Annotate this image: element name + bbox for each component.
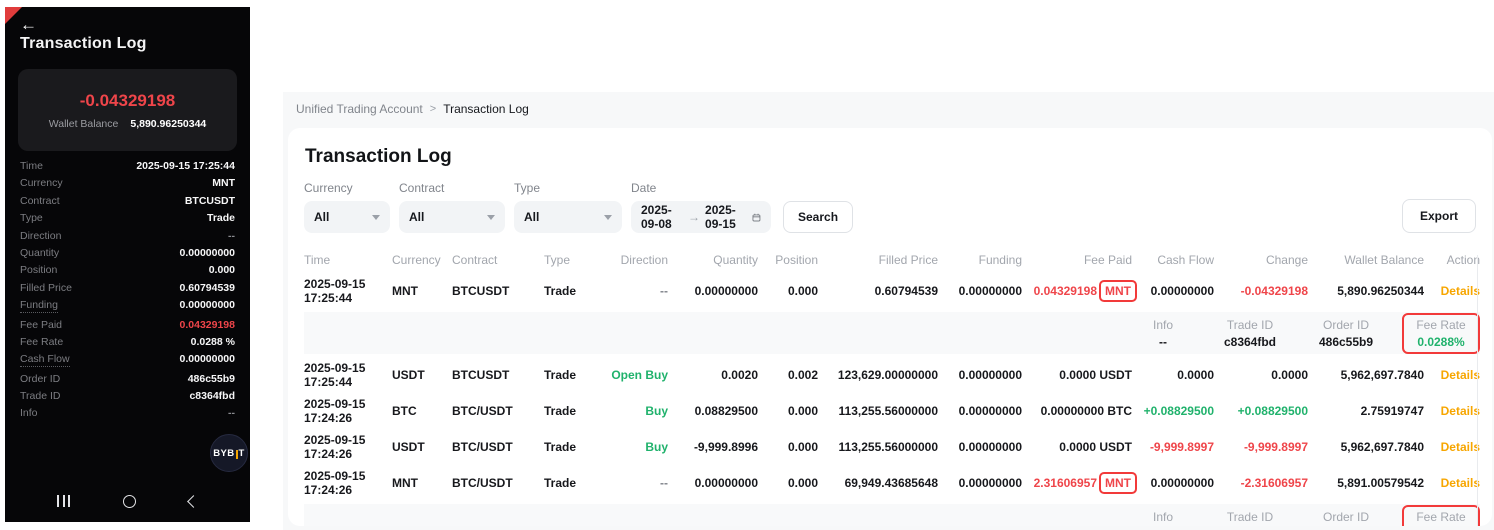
details-link[interactable]: Details [1441,368,1480,382]
breadcrumb-parent[interactable]: Unified Trading Account [296,102,423,116]
phone-page-title: Transaction Log [20,35,147,53]
date-start: 2025-09-08 [641,203,683,231]
search-button[interactable]: Search [783,201,853,233]
detail-row-type: Type Trade [20,212,235,224]
web-page: Unified Trading Account > Transaction Lo… [283,92,1494,530]
table-row: 2025-09-1517:24:26 BTC BTC/USDT Trade Bu… [304,395,1480,427]
detail-row-contract: Contract BTCUSDT [20,195,235,207]
android-nav-bar [5,480,250,522]
page-title: Transaction Log [305,146,1476,168]
screenshot-root: ← Transaction Log -0.04329198 Wallet Bal… [0,0,1494,530]
type-filter: Type All [514,181,622,233]
expanded-detail-row: Info-- Trade IDc8364fbd Order ID486c55b9… [304,312,1480,354]
date-range-input[interactable]: 2025-09-08 → 2025-09-15 [631,201,771,233]
detail-row-fee-paid: Fee Paid 0.04329198 [20,319,235,331]
phone-app-panel: ← Transaction Log -0.04329198 Wallet Bal… [5,7,250,522]
wallet-balance-label: Wallet Balance [49,118,119,130]
fee-rate-annotation: Fee Rate 0.0375% [1402,505,1480,527]
fee-paid-cell: 0.04329198MNT [1022,280,1132,302]
date-filter: Date 2025-09-08 → 2025-09-15 [631,181,771,233]
export-button[interactable]: Export [1402,199,1476,233]
contract-filter: Contract All [399,181,505,233]
breadcrumb: Unified Trading Account > Transaction Lo… [296,102,529,116]
details-link[interactable]: Details [1441,284,1480,298]
type-select[interactable]: All [514,201,622,233]
arrow-right-icon: → [688,210,700,224]
filter-bar: Currency All Contract All Type [304,181,1476,233]
detail-row-direction: Direction -- [20,230,235,242]
table-row: 2025-09-1517:24:26 MNT BTC/USDT Trade --… [304,467,1480,499]
table-header: Time Currency Contract Type Direction Qu… [304,249,1480,271]
back-icon[interactable]: ← [20,15,37,35]
detail-row-trade-id: Trade ID c8364fbd [20,390,235,402]
table-row: 2025-09-1517:24:26 USDT BTC/USDT Trade B… [304,431,1480,463]
detail-row-position: Position 0.000 [20,264,235,276]
details-link[interactable]: Details [1441,476,1480,490]
details-link[interactable]: Details [1441,404,1480,418]
detail-row-time: Time 2025-09-15 17:25:44 [20,160,235,172]
chevron-down-icon [372,215,380,220]
fee-paid-cell: 2.31606957MNT [1022,472,1132,494]
table-row: 2025-09-1517:25:44 USDT BTCUSDT Trade Op… [304,359,1480,391]
detail-row-filled-price: Filled Price 0.60794539 [20,282,235,294]
table-row: 2025-09-1517:25:44 MNT BTCUSDT Trade -- … [304,275,1480,307]
detail-row-quantity: Quantity 0.00000000 [20,247,235,259]
chevron-down-icon [487,215,495,220]
details-link[interactable]: Details [1441,440,1480,454]
home-icon[interactable] [123,495,136,508]
detail-row-currency: Currency MNT [20,177,235,189]
detail-row-cash-flow: Cash Flow 0.00000000 [20,353,235,367]
bybit-logo: BYBT [210,434,248,472]
detail-row-funding: Funding 0.00000000 [20,299,235,313]
transaction-log-card: Transaction Log Currency All Contract Al… [288,128,1492,526]
date-end: 2025-09-15 [705,203,747,231]
transaction-detail-list: Time 2025-09-15 17:25:44 Currency MNT Co… [20,160,235,425]
transaction-summary-card: -0.04329198 Wallet Balance 5,890.9625034… [18,69,237,151]
chevron-down-icon [604,215,612,220]
breadcrumb-separator: > [430,103,436,115]
currency-select[interactable]: All [304,201,390,233]
calendar-icon [752,211,761,224]
transaction-amount: -0.04329198 [80,91,175,111]
detail-row-order-id: Order ID 486c55b9 [20,373,235,385]
detail-row-info: Info -- [20,407,235,419]
logo-bar-icon [236,450,238,459]
transaction-table: Time Currency Contract Type Direction Qu… [304,249,1476,526]
wallet-balance-row: Wallet Balance 5,890.96250344 [49,118,207,130]
contract-select[interactable]: All [399,201,505,233]
wallet-balance-value: 5,890.96250344 [130,118,206,130]
fee-rate-annotation: Fee Rate 0.0288% [1402,313,1480,354]
expanded-detail-row: Info-- Trade ID48179327 Order ID48542208… [304,504,1480,526]
recents-icon[interactable] [57,495,70,507]
breadcrumb-current: Transaction Log [443,102,529,116]
nav-back-icon[interactable] [187,495,200,508]
detail-row-fee-rate: Fee Rate 0.0288 % [20,336,235,348]
currency-filter: Currency All [304,181,390,233]
